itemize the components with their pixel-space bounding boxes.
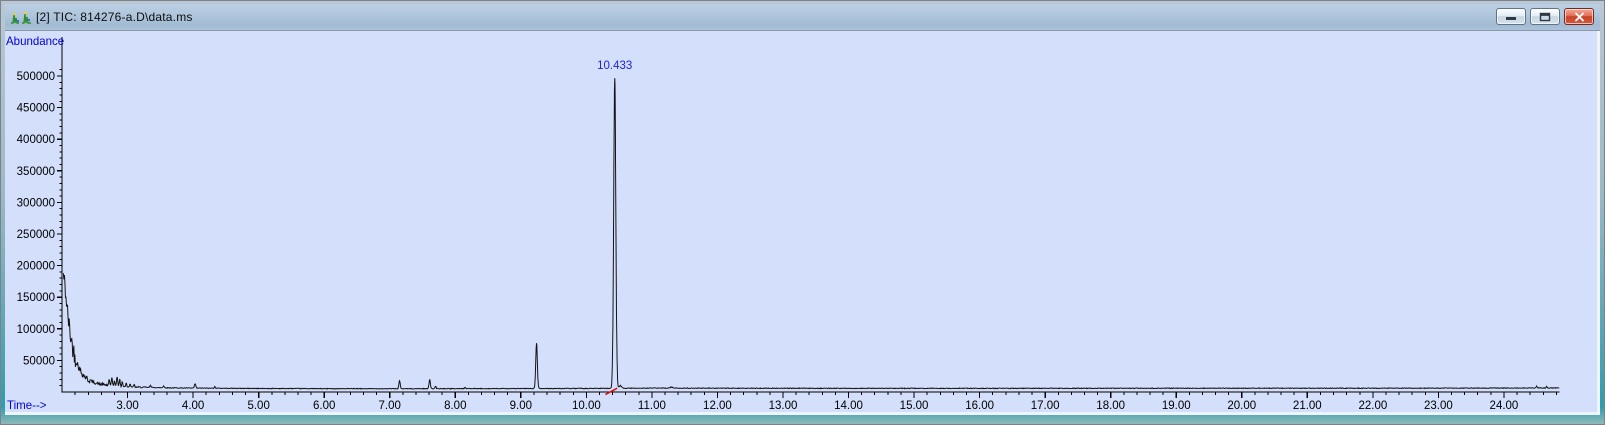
- y-tick-label: 50000: [23, 355, 55, 367]
- close-icon: [1574, 12, 1584, 21]
- x-tick-label: 16.00: [965, 400, 994, 412]
- restore-button[interactable]: [1530, 8, 1560, 25]
- window-titlebar[interactable]: [2] TIC: 814276-a.D\data.ms: [5, 4, 1600, 31]
- y-axis-title: Abundance: [6, 36, 64, 48]
- y-tick-label: 150000: [17, 292, 55, 304]
- minimize-button[interactable]: [1496, 8, 1526, 25]
- x-tick-label: 21.00: [1293, 400, 1322, 412]
- y-tick-label: 500000: [17, 71, 55, 83]
- y-tick-label: 350000: [17, 166, 55, 178]
- chromatogram-plot[interactable]: 3.00 4.00 5.00 6.00 7.00 8.00 9.00 10.00 11.00 12…: [5, 31, 1597, 412]
- x-tick-label: 10.00: [572, 400, 601, 412]
- x-tick-label: 9.00: [510, 400, 532, 412]
- x-tick-label: 12.00: [703, 400, 732, 412]
- y-tick-label: 450000: [17, 103, 55, 115]
- x-tick-label: 22.00: [1358, 400, 1387, 412]
- peak-retention-label: 10.433: [597, 60, 632, 72]
- x-tick-label: 13.00: [769, 400, 798, 412]
- y-tick-label: 200000: [17, 261, 55, 273]
- x-tick-label: 8.00: [444, 400, 466, 412]
- y-tick-label: 250000: [17, 229, 55, 241]
- x-tick-label: 11.00: [638, 400, 666, 412]
- axis-lines: [61, 37, 1560, 393]
- plot-client-area: 3.00 4.00 5.00 6.00 7.00 8.00 9.00 10.00 11.00 12…: [5, 31, 1600, 415]
- window-title: [2] TIC: 814276-a.D\data.ms: [36, 10, 193, 24]
- y-tick-label: 100000: [17, 324, 55, 336]
- chromatogram-icon[interactable]: [10, 9, 32, 26]
- y-tick-label: 400000: [17, 134, 55, 146]
- x-tick-label: 14.00: [834, 400, 863, 412]
- close-button[interactable]: [1564, 8, 1594, 25]
- x-tick-label: 24.00: [1490, 400, 1519, 412]
- x-tick-label: 5.00: [247, 400, 269, 412]
- restore-icon: [1539, 12, 1551, 21]
- x-tick-label: 3.00: [116, 400, 138, 412]
- y-tick-label: 300000: [17, 197, 55, 209]
- x-tick-label: 20.00: [1227, 400, 1256, 412]
- x-tick-label: 17.00: [1031, 400, 1060, 412]
- x-tick-label: 23.00: [1424, 400, 1453, 412]
- x-tick-label: 18.00: [1096, 400, 1125, 412]
- x-tick-label: 4.00: [182, 400, 204, 412]
- chromatogram-window: [2] TIC: 814276-a.D\data.ms 3.00 4.00 5.00…: [0, 0, 1605, 425]
- x-tick-label: 6.00: [313, 400, 335, 412]
- x-tick-label: 19.00: [1162, 400, 1191, 412]
- x-tick-label: 15.00: [900, 400, 929, 412]
- x-axis-title: Time-->: [7, 400, 47, 412]
- tic-trace: [62, 78, 1560, 390]
- minimize-icon: [1506, 17, 1516, 20]
- x-tick-label: 7.00: [379, 400, 401, 412]
- window-controls: [1496, 8, 1594, 25]
